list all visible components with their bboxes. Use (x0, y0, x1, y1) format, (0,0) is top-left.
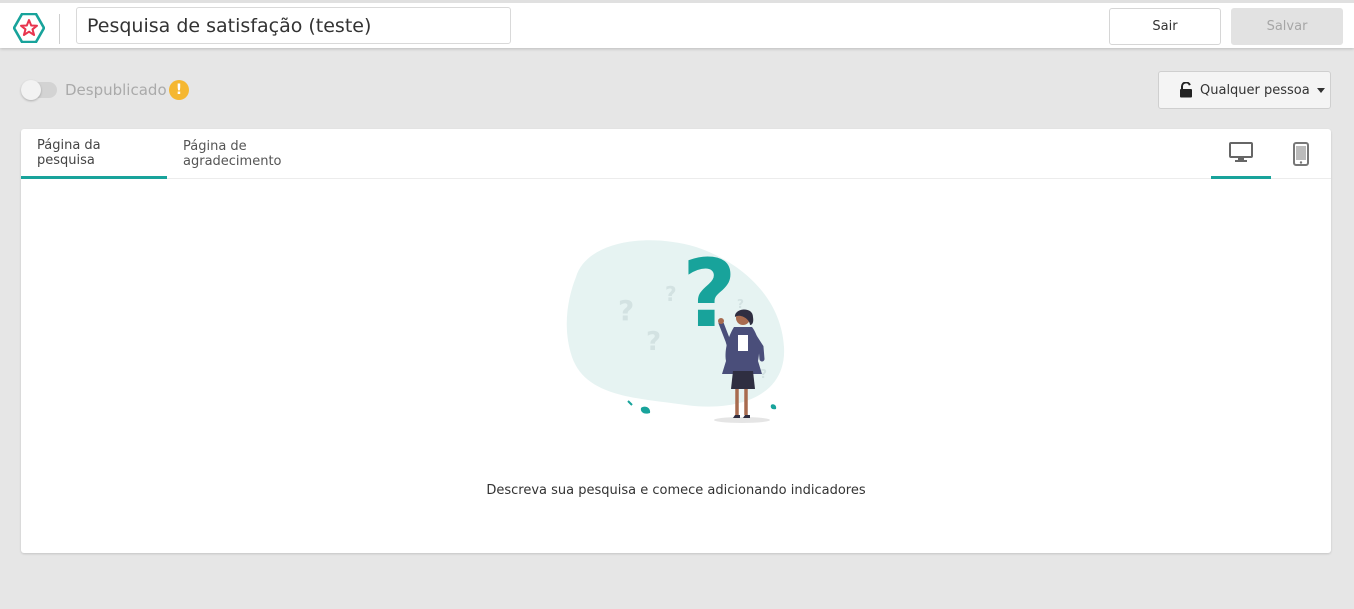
access-dropdown[interactable]: Qualquer pessoa (1158, 71, 1331, 109)
desktop-preview-button[interactable] (1211, 129, 1271, 179)
save-button-label: Salvar (1266, 19, 1308, 34)
publish-status-label: Despublicado (65, 81, 167, 99)
toggle-knob (21, 80, 41, 100)
svg-text:?: ? (665, 282, 677, 306)
publish-toggle[interactable] (21, 80, 57, 100)
tab-bar: Página da pesquisa Página de agradecimen… (21, 129, 1331, 179)
unlocked-icon (1180, 82, 1192, 98)
save-button[interactable]: Salvar (1231, 8, 1343, 45)
exit-button-label: Sair (1152, 19, 1178, 34)
desktop-icon (1229, 141, 1253, 162)
mobile-preview-button[interactable] (1271, 129, 1331, 179)
survey-title-input[interactable] (76, 7, 511, 44)
svg-text:?: ? (682, 240, 737, 349)
mobile-icon (1293, 142, 1309, 166)
header-divider (59, 14, 60, 44)
empty-state-message: Descreva sua pesquisa e comece adicionan… (486, 483, 866, 498)
svg-text:?: ? (646, 327, 661, 357)
tab-survey-page[interactable]: Página da pesquisa (21, 129, 167, 179)
access-label: Qualquer pessoa (1200, 82, 1310, 98)
exit-button[interactable]: Sair (1109, 8, 1221, 45)
tab-thank-you-page[interactable]: Página de agradecimento (167, 129, 337, 179)
svg-text:?: ? (737, 297, 744, 311)
svg-text:?: ? (618, 294, 634, 327)
tab-thank-you-page-label: Página de agradecimento (183, 139, 282, 169)
top-bar: Sair Salvar (0, 0, 1354, 48)
question-illustration: ? ? ? ? ? ? (566, 240, 785, 423)
exclamation-icon[interactable]: ! (169, 80, 189, 100)
survey-card: Página da pesquisa Página de agradecimen… (21, 129, 1331, 553)
star-logo-icon[interactable] (13, 13, 45, 43)
chevron-down-icon (1316, 87, 1325, 93)
tab-survey-page-label: Página da pesquisa (37, 137, 101, 168)
